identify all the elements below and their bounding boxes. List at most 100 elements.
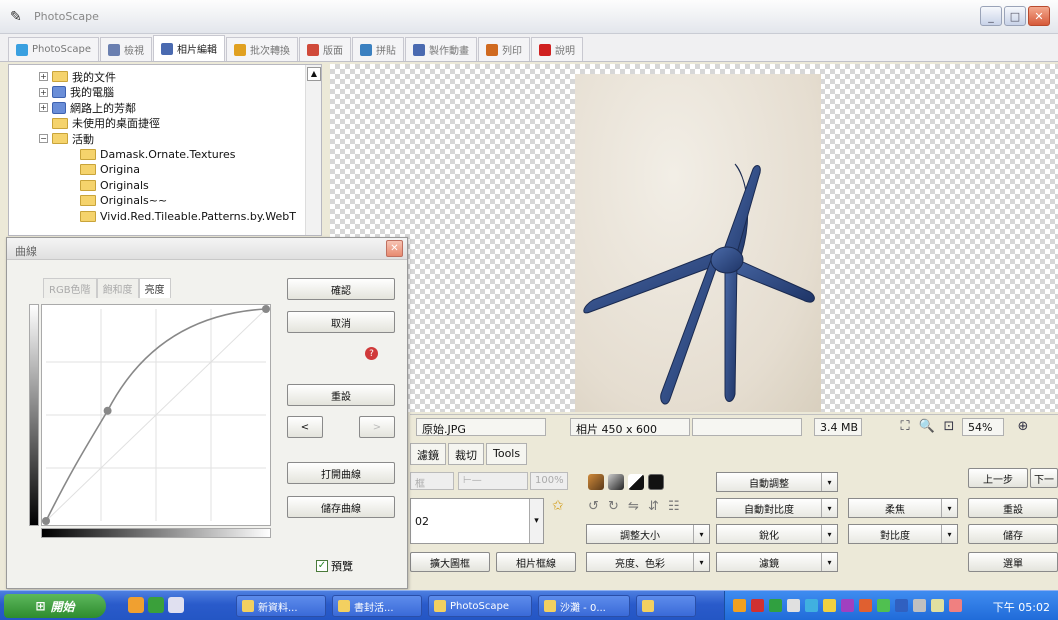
chevron-down-icon[interactable]: ▾ — [529, 499, 543, 543]
frame-slider[interactable]: ⊢— — [458, 472, 528, 490]
tray-icon[interactable] — [733, 599, 746, 612]
zoom-menu-icon[interactable]: ⊕ — [1014, 419, 1032, 435]
previous-point-button[interactable]: < — [287, 416, 323, 438]
tree-item[interactable]: + 網路上的芳鄰 — [39, 100, 136, 115]
tray-icon[interactable] — [769, 599, 782, 612]
tree-item[interactable]: Vivid.Red.Tileable.Patterns.by.WebT — [67, 209, 296, 224]
dialog-title-bar[interactable]: 曲線 ✕ — [7, 238, 407, 260]
open-curve-button[interactable]: 打開曲線 — [287, 462, 395, 484]
curve-tab-0[interactable]: RGB色階 — [43, 278, 97, 298]
next-point-button[interactable]: > — [359, 416, 395, 438]
soften-dropdown[interactable]: 柔焦 ▾ — [848, 498, 958, 518]
tab-8[interactable]: 說明 — [531, 37, 583, 61]
expand-icon[interactable]: + — [39, 87, 48, 97]
flip-vertical-icon[interactable]: ⇵ — [648, 499, 664, 515]
tab-4[interactable]: 版面 — [299, 37, 351, 61]
close-button[interactable]: ✕ — [1028, 6, 1050, 26]
photo-edge-button[interactable]: 相片框線 — [496, 552, 576, 572]
sharpen-dropdown[interactable]: 銳化 ▾ — [716, 524, 838, 544]
tray-icon[interactable] — [823, 599, 836, 612]
menu-button[interactable]: 選單 — [968, 552, 1058, 572]
ok-button[interactable]: 確認 — [287, 278, 395, 300]
checkbox-check-icon[interactable]: ✓ — [316, 560, 328, 572]
help-icon[interactable]: ? — [365, 347, 378, 360]
contrast-dropdown[interactable]: 對比度 ▾ — [848, 524, 958, 544]
taskbar-button[interactable] — [636, 595, 696, 617]
cancel-button[interactable]: 取消 — [287, 311, 395, 333]
undo-button[interactable]: 上一步 — [968, 468, 1028, 488]
redo-button[interactable]: 下一 — [1030, 468, 1058, 488]
curve-control-point[interactable] — [103, 406, 112, 415]
tree-item[interactable]: + 我的文件 — [39, 69, 116, 84]
tab-0[interactable]: PhotoScape — [8, 37, 99, 61]
straighten-icon[interactable]: ☷ — [668, 499, 684, 515]
rotate-left-icon[interactable]: ↺ — [588, 499, 604, 515]
tray-icon[interactable] — [949, 599, 962, 612]
tray-icon[interactable] — [841, 599, 854, 612]
tray-icon[interactable] — [931, 599, 944, 612]
tray-icon[interactable] — [751, 599, 764, 612]
curve-control-point[interactable] — [42, 517, 50, 525]
auto-contrast-dropdown[interactable]: 自動對比度 ▾ — [716, 498, 838, 518]
quicklaunch-browser-icon[interactable] — [128, 597, 144, 613]
tab-1[interactable]: 檢視 — [100, 37, 152, 61]
curve-editor[interactable] — [41, 304, 271, 526]
tree-item[interactable]: Originals~~ — [67, 193, 167, 208]
tab-7[interactable]: 列印 — [478, 37, 530, 61]
rotate-right-icon[interactable]: ↻ — [608, 499, 624, 515]
auto-level-dropdown[interactable]: 自動調整 ▾ — [716, 472, 838, 492]
collapse-icon[interactable]: − — [39, 134, 48, 143]
tree-item[interactable]: Origina — [67, 162, 140, 177]
favorite-star-icon[interactable]: ✩ — [552, 498, 564, 514]
tree-item[interactable]: Damask.Ornate.Textures — [67, 147, 236, 162]
flip-icon[interactable]: ⇋ — [628, 499, 644, 515]
tray-icon[interactable] — [877, 599, 890, 612]
tree-item[interactable]: − 活動 — [39, 131, 94, 146]
curve-tab-1[interactable]: 飽和度 — [96, 278, 139, 298]
frame-combo[interactable]: 02 ▾ — [410, 498, 544, 544]
editor-tab-2[interactable]: Tools — [486, 443, 528, 465]
quicklaunch-media-icon[interactable] — [148, 597, 164, 613]
taskbar-button[interactable]: PhotoScape — [428, 595, 532, 617]
preview-checkbox[interactable]: ✓ 預覽 — [316, 558, 353, 574]
fit-screen-icon[interactable]: ⛶ — [896, 419, 914, 435]
expand-icon[interactable]: + — [39, 103, 48, 112]
negative-icon[interactable] — [648, 474, 664, 490]
black-white-icon[interactable] — [628, 474, 644, 490]
tray-icon[interactable] — [895, 599, 908, 612]
reset-button[interactable]: 重設 — [968, 498, 1058, 518]
save-button[interactable]: 儲存 — [968, 524, 1058, 544]
zoom-in-icon[interactable]: 🔍 — [918, 419, 936, 435]
maximize-button[interactable]: □ — [1004, 6, 1026, 26]
tray-icon[interactable] — [859, 599, 872, 612]
reset-curve-button[interactable]: 重設 — [287, 384, 395, 406]
brightness-color-dropdown[interactable]: 亮度、色彩 ▾ — [586, 552, 710, 572]
enlarge-frame-button[interactable]: 擴大圖框 — [410, 552, 490, 572]
tab-6[interactable]: 製作動畫 — [405, 37, 477, 61]
dialog-close-icon[interactable]: ✕ — [386, 240, 403, 257]
expand-icon[interactable]: + — [39, 72, 48, 81]
taskbar-button[interactable]: 沙灘 - 0... — [538, 595, 630, 617]
curve-tab-2[interactable]: 亮度 — [138, 278, 171, 298]
tab-3[interactable]: 批次轉換 — [226, 37, 298, 61]
tree-item[interactable]: 未使用的桌面捷徑 — [39, 116, 160, 131]
tray-icon[interactable] — [787, 599, 800, 612]
taskbar-button[interactable]: 新資料... — [236, 595, 326, 617]
tray-icon[interactable] — [913, 599, 926, 612]
tree-item[interactable]: Originals — [67, 178, 149, 193]
curve-control-point[interactable] — [262, 305, 270, 313]
resize-dropdown[interactable]: 調整大小 ▾ — [586, 524, 710, 544]
tree-item[interactable]: + 我的電腦 — [39, 85, 114, 100]
filter-dropdown[interactable]: 濾鏡 ▾ — [716, 552, 838, 572]
tree-scrollbar[interactable]: ▲ — [305, 65, 321, 235]
save-curve-button[interactable]: 儲存曲線 — [287, 496, 395, 518]
editor-tab-0[interactable]: 濾鏡 — [410, 443, 446, 465]
taskbar-button[interactable]: 書封活... — [332, 595, 422, 617]
folder-tree[interactable]: ▲ + 我的文件 + 我的電腦 + 網路上的芳鄰 未使用的桌面捷徑 − 活動 Damask.Orn… — [8, 64, 322, 236]
tray-icon[interactable] — [805, 599, 818, 612]
scroll-up-icon[interactable]: ▲ — [307, 67, 321, 81]
quicklaunch-desktop-icon[interactable] — [168, 597, 184, 613]
editor-tab-1[interactable]: 裁切 — [448, 443, 484, 465]
minimize-button[interactable]: _ — [980, 6, 1002, 26]
tab-5[interactable]: 拼貼 — [352, 37, 404, 61]
